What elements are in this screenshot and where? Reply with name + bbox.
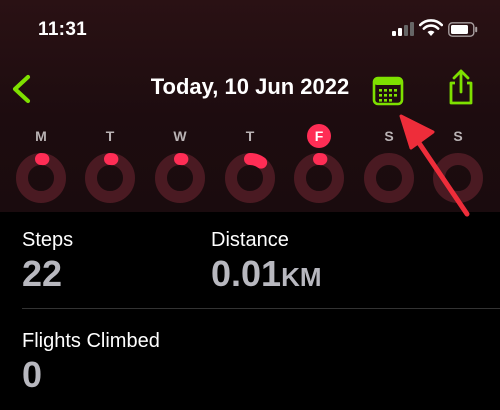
distance-label: Distance [211, 229, 289, 251]
page-title: Today, 10 Jun 2022 [150, 74, 350, 99]
steps-value: 22 [22, 253, 63, 294]
flights-climbed-value: 0 [22, 354, 43, 395]
header-area: 11:31 Today, 10 Jun 2022 M T W T F S S [0, 0, 500, 217]
divider [22, 308, 500, 309]
ring-progress-3 [244, 153, 268, 169]
flights-climbed-label: Flights Climbed [22, 330, 160, 352]
wifi-icon [419, 19, 443, 36]
share-icon[interactable] [445, 68, 477, 106]
battery-icon [448, 22, 478, 37]
calendar-icon[interactable] [372, 76, 404, 106]
distance-unit: KM [281, 262, 322, 292]
steps-label: Steps [22, 229, 74, 251]
status-time: 11:31 [38, 19, 88, 40]
distance-number: 0.01 [211, 253, 282, 294]
distance-value: 0.01KM [211, 253, 322, 295]
cellular-signal-icon [392, 22, 414, 36]
back-chevron-icon[interactable] [8, 72, 36, 106]
pointer-arrow-annotation [399, 114, 470, 217]
